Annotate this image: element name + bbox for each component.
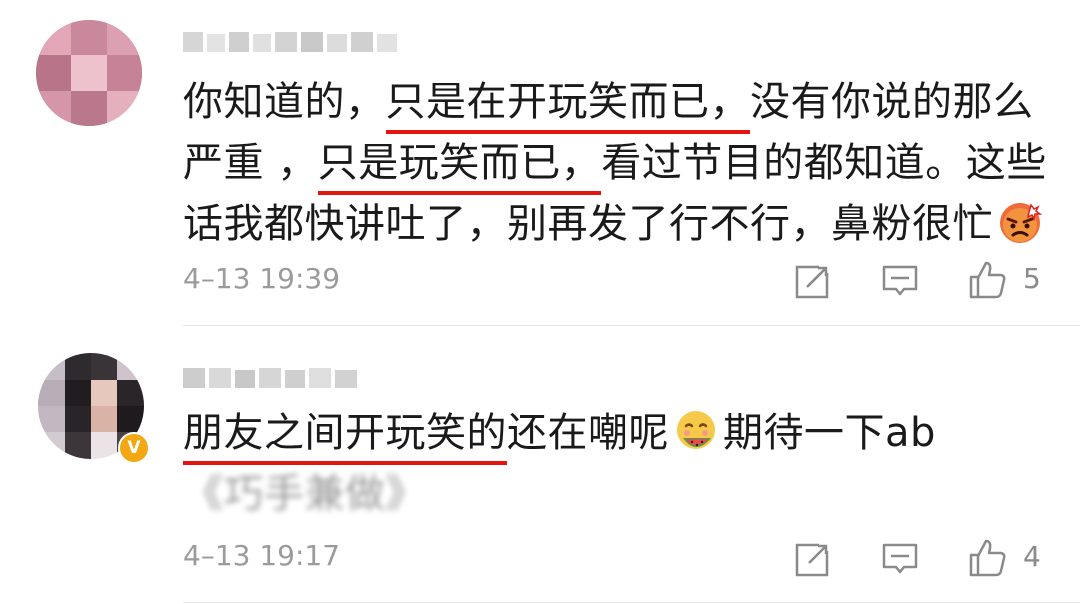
angry-face-emoji-icon bbox=[1000, 203, 1043, 243]
divider bbox=[183, 602, 1080, 603]
like-count: 5 bbox=[1023, 262, 1041, 295]
highlighted-segment: 朋友之间开玩笑的 bbox=[183, 407, 507, 465]
comment-segment: 你知道的， bbox=[183, 79, 386, 125]
blurred-text: 《巧手兼做》 bbox=[183, 471, 426, 517]
share-icon[interactable] bbox=[793, 261, 833, 301]
avatar[interactable] bbox=[36, 20, 142, 126]
comment-text: 你知道的，只是在开玩笑而已，没有你说的那么严重 ，只是玩笑而已，看过节目的都知道… bbox=[183, 73, 1063, 253]
verified-badge: V bbox=[118, 432, 150, 464]
timestamp: 4–13 19:17 bbox=[183, 539, 341, 572]
timestamp: 4–13 19:39 bbox=[183, 262, 341, 295]
comment-item: 你知道的，只是在开玩笑而已，没有你说的那么严重 ，只是玩笑而已，看过节目的都知道… bbox=[0, 0, 1080, 326]
username-blurred[interactable] bbox=[183, 364, 368, 392]
thumbs-up-icon[interactable] bbox=[967, 259, 1007, 299]
thumbs-up-icon[interactable] bbox=[967, 537, 1007, 577]
like-count: 4 bbox=[1023, 540, 1041, 573]
pixelated-avatar-image bbox=[36, 20, 142, 126]
highlighted-segment: 只是在开玩笑而已， bbox=[385, 76, 750, 134]
comment-text: 朋友之间开玩笑的还在嘲呢 期待一下ab 《巧手兼做》 bbox=[183, 404, 1063, 523]
comment-segment: 期待一下ab bbox=[723, 410, 936, 456]
comment-item: V 朋友之间开玩笑的还在嘲呢 期待一下ab 《巧手兼做》 4–13 19:17 bbox=[0, 326, 1080, 604]
comment-icon[interactable] bbox=[880, 539, 920, 579]
comment-icon[interactable] bbox=[880, 261, 920, 301]
share-icon[interactable] bbox=[793, 539, 833, 579]
comment-segment: 还在嘲呢 bbox=[507, 410, 669, 456]
highlighted-segment: 只是玩笑而已， bbox=[317, 137, 602, 195]
username-blurred[interactable] bbox=[183, 28, 413, 56]
eating-melon-emoji-icon bbox=[677, 411, 715, 449]
